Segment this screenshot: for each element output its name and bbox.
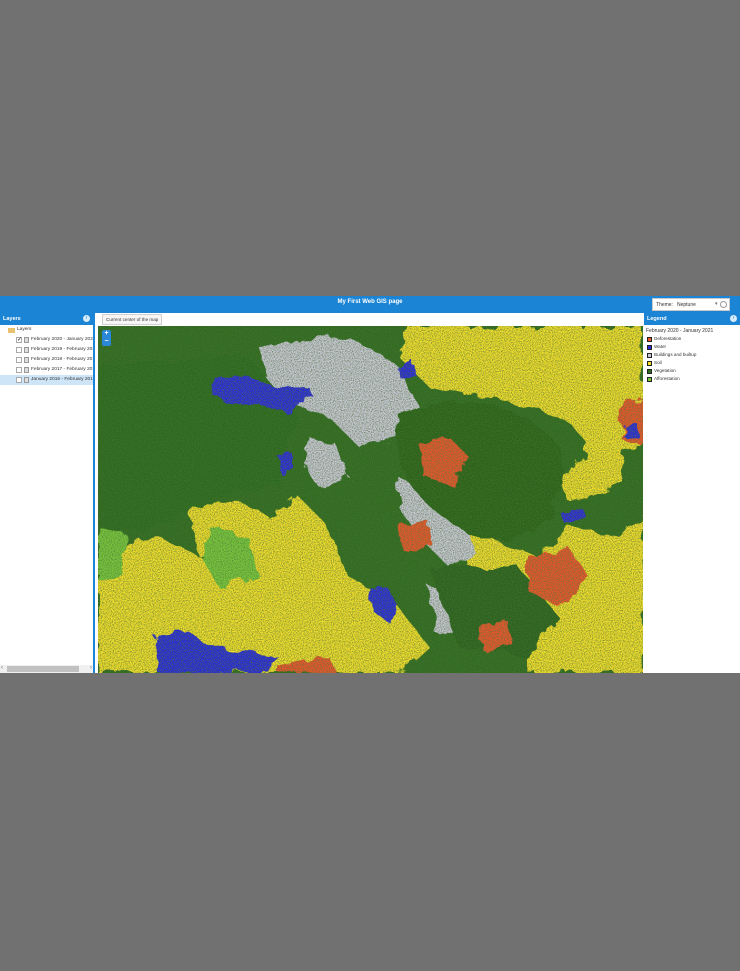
layer-label: January 2016 - February 2017 xyxy=(31,377,93,382)
layer-icon xyxy=(24,357,29,363)
close-icon[interactable] xyxy=(720,301,727,308)
theme-selector[interactable]: Theme: Neptune ▾ xyxy=(652,298,730,311)
layers-panel: Layers ‹ Layers ✓ February 2020 - Januar… xyxy=(0,313,95,673)
map-area: Current center of the map + − xyxy=(95,313,644,673)
legend-swatch xyxy=(647,360,652,366)
collapse-left-icon[interactable]: ‹ xyxy=(83,315,90,322)
current-center-button[interactable]: Current center of the map xyxy=(102,314,163,325)
layers-panel-title: Layers xyxy=(3,316,21,322)
layer-checkbox[interactable] xyxy=(16,357,22,363)
legend-label: Soil xyxy=(654,360,662,365)
legend-label: Deforestation xyxy=(654,336,682,341)
scroll-right-icon[interactable]: › xyxy=(90,665,92,671)
layer-label: February 2020 - January 2021 xyxy=(31,337,93,342)
layers-panel-header: Layers ‹ xyxy=(0,313,93,325)
layer-icon xyxy=(24,337,29,343)
scrollbar-thumb[interactable] xyxy=(7,666,79,672)
layer-tree: Layers ✓ February 2020 - January 2021 Fe… xyxy=(0,325,93,385)
app-title: My First Web GIS page xyxy=(337,299,403,305)
title-bar: My First Web GIS page Theme: Neptune ▾ xyxy=(0,296,740,313)
zoom-control: + − xyxy=(102,330,111,346)
layer-item-4[interactable]: January 2016 - February 2017 xyxy=(0,375,93,385)
layer-item-2[interactable]: February 2018 - February 2019 xyxy=(0,355,93,365)
layer-checkbox[interactable] xyxy=(16,367,22,373)
layer-item-1[interactable]: February 2019 - February 2020 xyxy=(0,345,93,355)
map-toolbar: Current center of the map xyxy=(95,313,644,325)
layer-label: February 2017 - February 2018 xyxy=(31,367,93,372)
legend-label: Afforestation xyxy=(654,376,680,381)
legend-label: Water xyxy=(654,344,667,349)
legend-item-water: Water xyxy=(644,343,740,351)
horizontal-scrollbar[interactable]: ‹ › xyxy=(0,665,93,673)
theme-label: Theme: xyxy=(656,302,673,308)
legend-panel-header: Legend › xyxy=(644,313,740,325)
layer-tree-root[interactable]: Layers xyxy=(0,325,93,335)
theme-value: Neptune xyxy=(677,302,696,308)
land-cover-raster xyxy=(98,326,643,673)
map-canvas[interactable]: + − xyxy=(98,326,643,673)
layer-icon xyxy=(24,347,29,353)
layer-checkbox[interactable]: ✓ xyxy=(16,337,22,343)
gis-app-window: My First Web GIS page Theme: Neptune ▾ L… xyxy=(0,296,740,673)
layer-checkbox[interactable] xyxy=(16,377,22,383)
layer-label: February 2018 - February 2019 xyxy=(31,357,93,362)
chevron-down-icon[interactable]: ▾ xyxy=(715,301,718,307)
legend-swatch xyxy=(647,368,652,374)
layer-item-0[interactable]: ✓ February 2020 - January 2021 xyxy=(0,335,93,345)
layer-label: February 2019 - February 2020 xyxy=(31,347,93,352)
layer-item-3[interactable]: February 2017 - February 2018 xyxy=(0,365,93,375)
legend-label: Buildings and builtup xyxy=(654,352,697,357)
zoom-in-button[interactable]: + xyxy=(102,330,111,338)
layer-checkbox[interactable] xyxy=(16,347,22,353)
zoom-out-button[interactable]: − xyxy=(102,338,111,346)
scroll-left-icon[interactable]: ‹ xyxy=(1,665,3,671)
legend-swatch xyxy=(647,344,652,350)
legend-item-deforestation: Deforestation xyxy=(644,335,740,343)
legend-item-buildings: Buildings and builtup xyxy=(644,351,740,359)
legend-swatch xyxy=(647,376,652,382)
legend-panel: Legend › February 2020 - January 2021 De… xyxy=(644,313,740,673)
legend-swatch xyxy=(647,352,652,358)
legend-item-afforestation: Afforestation xyxy=(644,375,740,383)
legend-panel-title: Legend xyxy=(647,316,667,322)
layer-icon xyxy=(24,367,29,373)
layer-tree-root-label: Layers xyxy=(17,327,32,332)
folder-icon xyxy=(8,328,15,333)
legend-item-soil: Soil xyxy=(644,359,740,367)
legend-label: Vegetation xyxy=(654,368,676,373)
collapse-right-icon[interactable]: › xyxy=(730,315,737,322)
legend-swatch xyxy=(647,336,652,342)
layer-icon xyxy=(24,377,29,383)
legend-item-vegetation: Vegetation xyxy=(644,367,740,375)
legend-layer-title: February 2020 - January 2021 xyxy=(646,328,714,334)
